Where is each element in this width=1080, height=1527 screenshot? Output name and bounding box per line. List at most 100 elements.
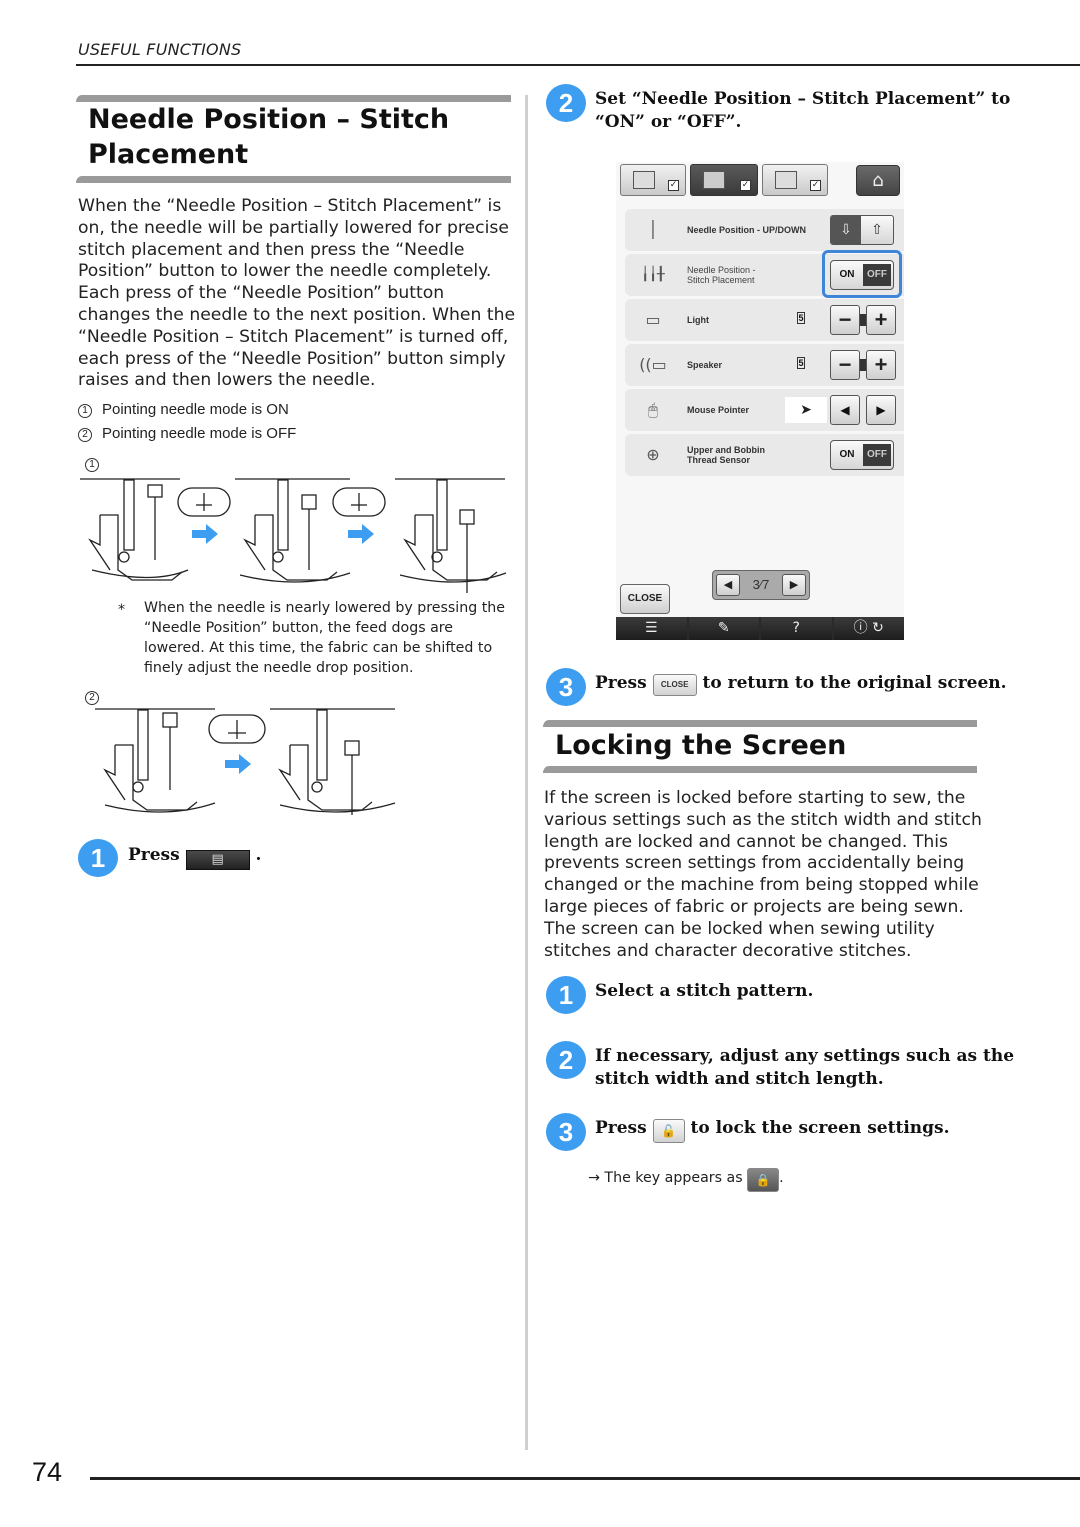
settings-screen: ✓ ✓ ✓ ⌂ │ Needle Position - UP/DOWN ⇩ ⇧ ╽… <box>616 162 904 640</box>
page-indicator: 3⁄7 <box>752 577 770 592</box>
figure-pointing-needle-off <box>95 708 396 815</box>
setting-row-speaker: ((▭ Speaker 5 − + <box>625 344 904 386</box>
text-line: If the screen is locked before starting … <box>544 788 966 808</box>
lock-step-3-instruction: Press 🔓 to lock the screen settings. <box>595 1117 950 1143</box>
setting-label: Mouse Pointer <box>687 405 750 415</box>
pointer-next-button[interactable]: ▶ <box>866 395 896 425</box>
legend-text: Pointing needle mode is OFF <box>102 425 297 442</box>
close-button[interactable]: CLOSE <box>620 584 670 614</box>
step-1-instruction: Press ▤ . <box>128 844 261 870</box>
unlocked-padlock-icon: 🔓 <box>661 1124 677 1138</box>
setting-label: Needle Position - Stitch Placement <box>687 265 756 285</box>
text-line: length are locked and cannot be changed.… <box>544 831 948 852</box>
legend-item: 2 Pointing needle mode is OFF <box>78 425 296 442</box>
close-button-inline[interactable]: CLOSE <box>652 674 697 696</box>
text-line: changed or the machine from being stoppe… <box>544 875 979 896</box>
step-2-instruction: Set “Needle Position – Stitch Placement”… <box>595 88 1010 134</box>
text-line: “Needle Position – Stitch Placement” is … <box>78 326 509 347</box>
step-3-instruction: Press CLOSE to return to the original sc… <box>595 672 1007 696</box>
sewing-machine-icon <box>703 171 725 189</box>
settings-page-button[interactable]: ☰ <box>616 617 687 640</box>
next-page-button[interactable]: ▶ <box>782 574 806 596</box>
running-head: USEFUL FUNCTIONS <box>78 40 242 59</box>
page-number: 74 <box>32 1457 63 1487</box>
tutorial-button[interactable]: ⓘ ↻ <box>833 617 904 640</box>
screen-lock-button[interactable]: 🔓 <box>652 1119 685 1143</box>
needle-icon: │ <box>648 220 658 239</box>
step-text: stitch width and stitch length. <box>595 1069 884 1089</box>
check-icon: ✓ <box>740 180 751 191</box>
step-text: Press <box>128 845 180 865</box>
book-icon <box>633 171 655 189</box>
legend-marker: 1 <box>78 404 92 418</box>
pointer-preview: ➤ <box>785 397 827 423</box>
home-icon: ⌂ <box>872 170 884 191</box>
speaker-minus-button[interactable]: − <box>830 350 860 380</box>
figure-2-marker: 2 <box>85 691 99 705</box>
text-line: large pieces of fabric or projects are b… <box>544 896 964 917</box>
text-line: raises and then lowers the needle. <box>78 370 376 391</box>
footer-rule <box>90 1477 1080 1480</box>
check-icon: ✓ <box>668 180 679 191</box>
bottom-toolbar: ☰ ✎ ? ⓘ ↻ <box>616 617 904 640</box>
locked-padlock-icon: 🔒 <box>755 1173 771 1187</box>
embroidery-frame-icon <box>775 171 797 189</box>
legend-item: 1 Pointing needle mode is ON <box>78 401 289 418</box>
step-text: to lock the screen settings. <box>690 1118 950 1138</box>
tab-common-settings[interactable]: ✓ <box>620 164 686 196</box>
speaker-plus-button[interactable]: + <box>866 350 896 380</box>
light-minus-button[interactable]: − <box>830 305 860 335</box>
setting-row-thread-sensor: ⊕ Upper and Bobbin Thread Sensor ON OFF <box>625 434 904 476</box>
needle-up-down-toggle[interactable]: ⇩ ⇧ <box>830 215 894 245</box>
step-badge: 2 <box>546 1041 586 1079</box>
settings-page-button[interactable]: ▤ <box>185 850 250 870</box>
step-text: “ON” or “OFF”. <box>595 112 742 132</box>
step-text: If necessary, adjust any settings such a… <box>595 1046 1015 1066</box>
section-top-bar <box>543 720 977 727</box>
text-line: finely adjust the needle drop position. <box>144 660 414 676</box>
label-line: Thread Sensor <box>687 455 751 465</box>
needle-down-icon: ⇩ <box>831 216 861 244</box>
legend-text: Pointing needle mode is ON <box>102 401 289 418</box>
help-button[interactable]: ? <box>761 617 832 640</box>
figure-1-marker: 1 <box>85 458 99 472</box>
light-value: 5 <box>797 312 805 324</box>
needle-up-icon: ⇧ <box>871 222 883 238</box>
header-rule <box>76 64 1080 66</box>
text-line: When the needle is nearly lowered by pre… <box>144 600 506 616</box>
text-line: changes the needle to the next position.… <box>78 304 516 325</box>
prev-page-button[interactable]: ◀ <box>716 574 740 596</box>
thread-sensor-on-off-toggle[interactable]: ON OFF <box>830 440 894 470</box>
thread-bobbin-icon: ⊕ <box>646 445 660 464</box>
right-arrow-icon <box>348 524 374 544</box>
settings-page-icon: ▤ <box>211 852 224 867</box>
sewing-machine-help-button[interactable]: ✎ <box>688 617 759 640</box>
label-line: Needle Position - <box>687 265 756 275</box>
light-plus-button[interactable]: + <box>866 305 896 335</box>
off-option[interactable]: OFF <box>863 444 891 466</box>
step-badge: 3 <box>546 668 586 706</box>
step-badge: 2 <box>546 84 586 122</box>
tab-sewing-settings[interactable]: ✓ <box>690 164 758 196</box>
label-line: Stitch Placement <box>687 275 755 285</box>
lock-step-1-instruction: Select a stitch pattern. <box>595 981 814 1001</box>
text-line: “Needle Position” button, the feed dogs … <box>144 620 454 636</box>
text-line: stitch placement and then press the “Nee… <box>78 239 465 260</box>
text-line: The screen can be locked when sewing uti… <box>544 918 935 939</box>
text-line: various settings such as the stitch widt… <box>544 809 982 830</box>
column-divider <box>525 95 528 1450</box>
pointer-prev-button[interactable]: ◀ <box>830 395 860 425</box>
home-button[interactable]: ⌂ <box>856 165 900 196</box>
figure-pointing-needle-on <box>80 478 507 593</box>
step-badge: 1 <box>546 976 586 1014</box>
section-title-locking-screen: Locking the Screen <box>555 730 847 761</box>
section-title-line: Placement <box>88 139 249 170</box>
arrow-icon <box>192 524 374 544</box>
result-text: The key appears as <box>604 1170 743 1186</box>
text-line: Position” button to lower the needle com… <box>78 261 492 282</box>
on-option[interactable]: ON <box>831 441 863 469</box>
highlight-frame <box>822 250 902 298</box>
text-line: lowered. At this time, the fabric can be… <box>144 640 493 656</box>
mouse-icon: 🖱 <box>648 400 658 419</box>
tab-embroidery-settings[interactable]: ✓ <box>762 164 828 196</box>
